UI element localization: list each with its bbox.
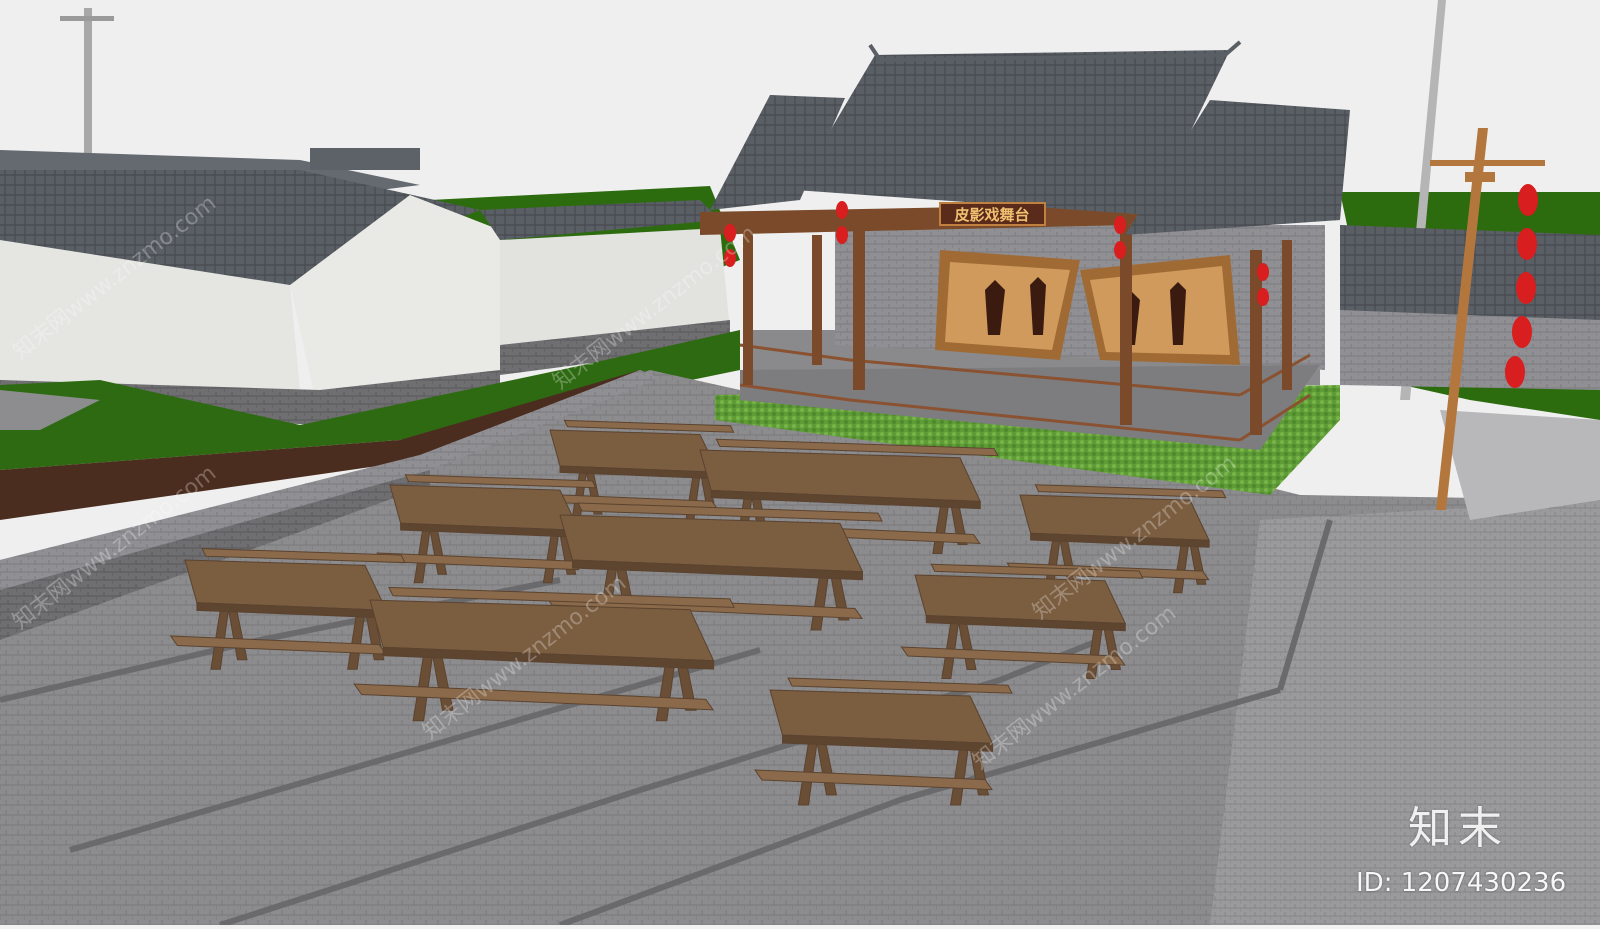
utility-pole-left	[84, 8, 92, 158]
scene-canvas: 皮影戏舞台 知末网www.znzmo.com 知末网www.znzmo.com …	[0, 0, 1600, 928]
sketchup-scene: 皮影戏舞台 知末网www.znzmo.com 知末网www.znzmo.com …	[0, 0, 1600, 928]
stage-sign: 皮影戏舞台	[954, 206, 1029, 224]
side-walkway	[1210, 500, 1600, 925]
watermark-id: ID: 1207430236	[1356, 868, 1567, 898]
watermark-logo: 知末	[1408, 803, 1508, 854]
